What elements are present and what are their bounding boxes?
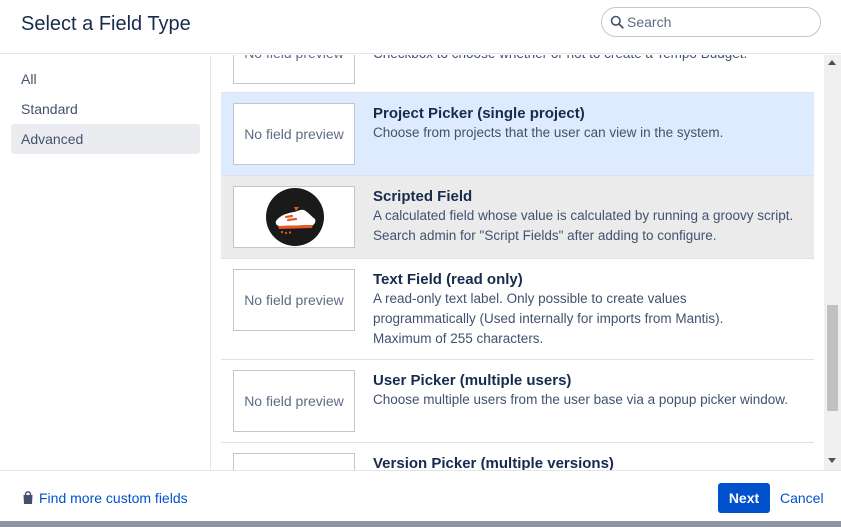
find-more-custom-fields-link[interactable]: Find more custom fields bbox=[22, 489, 188, 507]
field-preview: No field preview bbox=[233, 103, 355, 165]
next-button[interactable]: Next bbox=[718, 483, 770, 513]
field-type-description: Choose multiple users from the user base… bbox=[373, 392, 788, 407]
field-type-item[interactable]: No field preview Checkbox to choose whet… bbox=[221, 55, 814, 93]
field-preview: No field preview bbox=[233, 370, 355, 432]
scroll-up-arrow-icon[interactable] bbox=[828, 60, 836, 65]
field-type-description: A calculated field whose value is calcul… bbox=[373, 208, 794, 243]
field-type-name: Project Picker (single project) bbox=[373, 105, 585, 122]
scroll-down-arrow-icon[interactable] bbox=[828, 458, 836, 463]
select-field-type-dialog: Select a Field Type All Standard Advance… bbox=[0, 0, 841, 521]
field-type-description: Choose from projects that the user can v… bbox=[373, 125, 724, 140]
search-input[interactable] bbox=[627, 12, 812, 32]
background-overlay-strip bbox=[0, 521, 841, 527]
field-preview: No field preview bbox=[233, 269, 355, 331]
dialog-title: Select a Field Type bbox=[21, 13, 191, 35]
field-type-item-user-picker-multiple[interactable]: No field preview User Picker (multiple u… bbox=[221, 360, 814, 443]
field-type-name: Text Field (read only) bbox=[373, 271, 523, 288]
field-preview bbox=[233, 453, 355, 470]
field-type-name: Version Picker (multiple versions) bbox=[373, 455, 614, 470]
shopping-bag-icon bbox=[23, 491, 33, 504]
list-scrollbar[interactable] bbox=[824, 55, 841, 470]
field-type-list-container[interactable]: No field preview Checkbox to choose whet… bbox=[211, 55, 841, 470]
field-preview bbox=[233, 186, 355, 248]
category-sidebar: All Standard Advanced bbox=[0, 55, 211, 470]
search-icon bbox=[610, 15, 624, 29]
field-type-item-project-picker[interactable]: No field preview Project Picker (single … bbox=[221, 93, 814, 176]
sidebar-item-standard[interactable]: Standard bbox=[11, 94, 200, 124]
scriptrunner-shoe-logo-icon bbox=[266, 188, 324, 246]
find-more-label: Find more custom fields bbox=[39, 490, 188, 506]
field-type-description: A read-only text label. Only possible to… bbox=[373, 291, 724, 346]
dialog-footer: Find more custom fields Next Cancel bbox=[0, 470, 841, 521]
field-preview: No field preview bbox=[233, 55, 355, 84]
field-type-item-scripted-field[interactable]: Scripted Field A calculated field whose … bbox=[221, 176, 814, 259]
search-box[interactable] bbox=[601, 7, 821, 37]
dialog-header: Select a Field Type bbox=[0, 0, 841, 54]
field-type-description: Checkbox to choose whether or not to cre… bbox=[373, 55, 813, 64]
sidebar-item-all[interactable]: All bbox=[11, 64, 200, 94]
field-type-item-text-field-read-only[interactable]: No field preview Text Field (read only) … bbox=[221, 259, 814, 360]
scrollbar-thumb[interactable] bbox=[827, 305, 838, 411]
sidebar-item-advanced[interactable]: Advanced bbox=[11, 124, 200, 154]
cancel-button[interactable]: Cancel bbox=[780, 483, 824, 513]
field-type-item-version-picker-multiple[interactable]: Version Picker (multiple versions) bbox=[221, 443, 814, 470]
field-type-name: Scripted Field bbox=[373, 188, 473, 205]
field-type-name: User Picker (multiple users) bbox=[373, 372, 572, 389]
